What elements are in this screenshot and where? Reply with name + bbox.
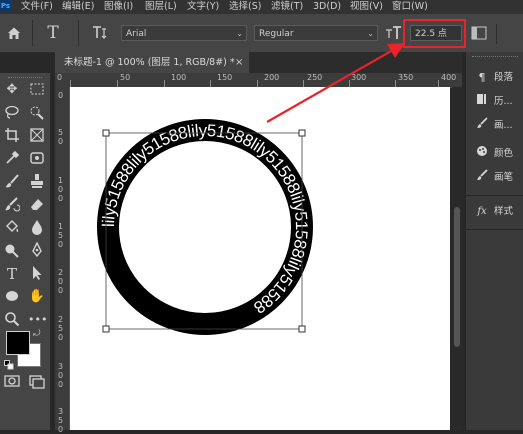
canvas-artwork: lily51588lily51588lily51588lily51588lily… [97, 119, 313, 335]
menu-image[interactable]: 图像(I) [104, 1, 133, 13]
panel-brushes[interactable]: 画笔 [466, 168, 523, 188]
ellipse-tool-icon[interactable] [3, 288, 21, 306]
hand-tool-icon[interactable]: ✋ [28, 288, 46, 306]
brush-preset-icon [475, 116, 489, 136]
right-panel-dock: ¶ 段落 历... 画... 颜色 画笔 fx 样式 [465, 52, 523, 430]
swap-colors-icon[interactable]: ⤾ [33, 329, 43, 339]
align-left-icon[interactable] [470, 25, 490, 41]
ruler-label: 400 [441, 73, 457, 82]
ruler-label: 200 [58, 268, 64, 295]
divider [78, 20, 79, 46]
move-tool-icon[interactable]: ✥ [3, 81, 21, 99]
quick-mask-icon[interactable] [3, 373, 21, 391]
vertical-scrollbar[interactable] [452, 87, 462, 430]
ruler-label: 0 [57, 73, 63, 82]
menu-layer[interactable]: 图层(L) [145, 1, 177, 13]
menu-3d[interactable]: 3D(D) [313, 1, 341, 13]
ruler-label: 150 [58, 222, 64, 249]
scroll-thumb[interactable] [454, 207, 460, 347]
blur-tool-icon[interactable] [28, 219, 46, 237]
divider [32, 20, 33, 46]
panel-paragraph[interactable]: ¶ 段落 [466, 68, 523, 88]
panel-styles[interactable]: fx 样式 [466, 202, 523, 222]
crop-tool-icon[interactable] [3, 127, 21, 145]
panel-history[interactable]: 历... [466, 92, 523, 112]
transform-handle [102, 129, 110, 137]
menu-file[interactable]: 文件(F) [21, 1, 53, 13]
marquee-tool-icon[interactable] [28, 81, 46, 99]
brush-tool-icon[interactable] [3, 173, 21, 191]
menu-view[interactable]: 视图(V) [350, 1, 383, 13]
transform-handle [298, 325, 306, 333]
ruler-label: 50 [58, 128, 64, 146]
panel-grip[interactable] [472, 56, 518, 59]
type-tool-icon[interactable]: T [3, 265, 21, 283]
ruler-label: 100 [171, 73, 187, 82]
patch-tool-icon[interactable] [28, 150, 46, 168]
styles-icon: fx [477, 206, 487, 217]
document-tab-title: 未标题-1 @ 100% (图层 1, RGB/8#) * [64, 57, 235, 68]
panel-brush-presets[interactable]: 画... [466, 116, 523, 136]
menu-filter[interactable]: 滤镜(T) [271, 1, 303, 13]
ruler-label: 50 [120, 73, 131, 82]
menu-select[interactable]: 选择(S) [229, 1, 261, 13]
stamp-tool-icon[interactable] [28, 173, 46, 191]
menu-window[interactable]: 窗口(W) [392, 1, 428, 13]
frame-tool-icon[interactable] [28, 127, 46, 145]
font-family-select[interactable]: Arial ⌄ [121, 25, 247, 41]
panel-divider [466, 195, 523, 196]
pen-tool-icon[interactable] [28, 241, 46, 260]
history-icon [475, 92, 489, 112]
divider [496, 24, 497, 44]
more-tools-icon[interactable]: ••• [28, 311, 47, 329]
ruler-label: 150 [217, 73, 233, 82]
eraser-tool-icon[interactable] [28, 196, 46, 214]
zoom-tool-icon[interactable] [3, 311, 21, 329]
foreground-color-swatch[interactable] [6, 331, 30, 355]
panel-divider [466, 229, 523, 230]
home-icon[interactable] [6, 25, 22, 41]
ruler-label: 0 [58, 91, 64, 100]
screen-mode-icon[interactable] [28, 373, 46, 391]
photoshop-logo-icon: Ps [0, 0, 11, 12]
ruler-label: 100 [58, 176, 64, 203]
vertical-ruler: 0 50 100 150 200 250 300 350 [55, 87, 70, 434]
type-tool-icon[interactable]: T [43, 23, 63, 43]
paint-bucket-tool-icon[interactable] [3, 219, 21, 237]
brush-icon [475, 168, 489, 188]
dodge-tool-icon[interactable] [3, 242, 21, 260]
ruler-label: 250 [58, 315, 64, 342]
toolbar-grip[interactable] [8, 77, 42, 80]
eyedropper-tool-icon[interactable] [3, 150, 21, 168]
transform-handle [102, 325, 110, 333]
lasso-tool-icon[interactable] [3, 104, 21, 122]
default-colors-icon[interactable] [4, 355, 14, 370]
chevron-down-icon: ⌄ [236, 29, 243, 38]
panel-color[interactable]: 颜色 [466, 144, 523, 164]
annotation-arrow [266, 43, 405, 123]
quick-selection-tool-icon[interactable] [28, 104, 46, 122]
document-canvas[interactable]: lily51588lily51588lily51588lily51588lily… [70, 87, 450, 430]
history-brush-tool-icon[interactable] [3, 196, 21, 214]
tools-panel: ✥ T ✋ ••• ⤾ [0, 73, 51, 430]
path-selection-tool-icon[interactable] [28, 265, 46, 283]
text-orientation-icon[interactable] [90, 23, 110, 43]
transform-handle [298, 129, 306, 137]
menu-edit[interactable]: 编辑(E) [62, 1, 94, 13]
menu-bar: Ps 文件(F) 编辑(E) 图像(I) 图层(L) 文字(Y) 选择(S) 滤… [0, 0, 523, 14]
color-icon [475, 144, 489, 164]
ruler-label: 300 [58, 362, 64, 389]
close-icon[interactable]: × [235, 52, 243, 73]
menu-type[interactable]: 文字(Y) [187, 1, 219, 13]
document-tab[interactable]: 未标题-1 @ 100% (图层 1, RGB/8#) * × [55, 52, 249, 73]
paragraph-icon: ¶ [478, 71, 486, 84]
